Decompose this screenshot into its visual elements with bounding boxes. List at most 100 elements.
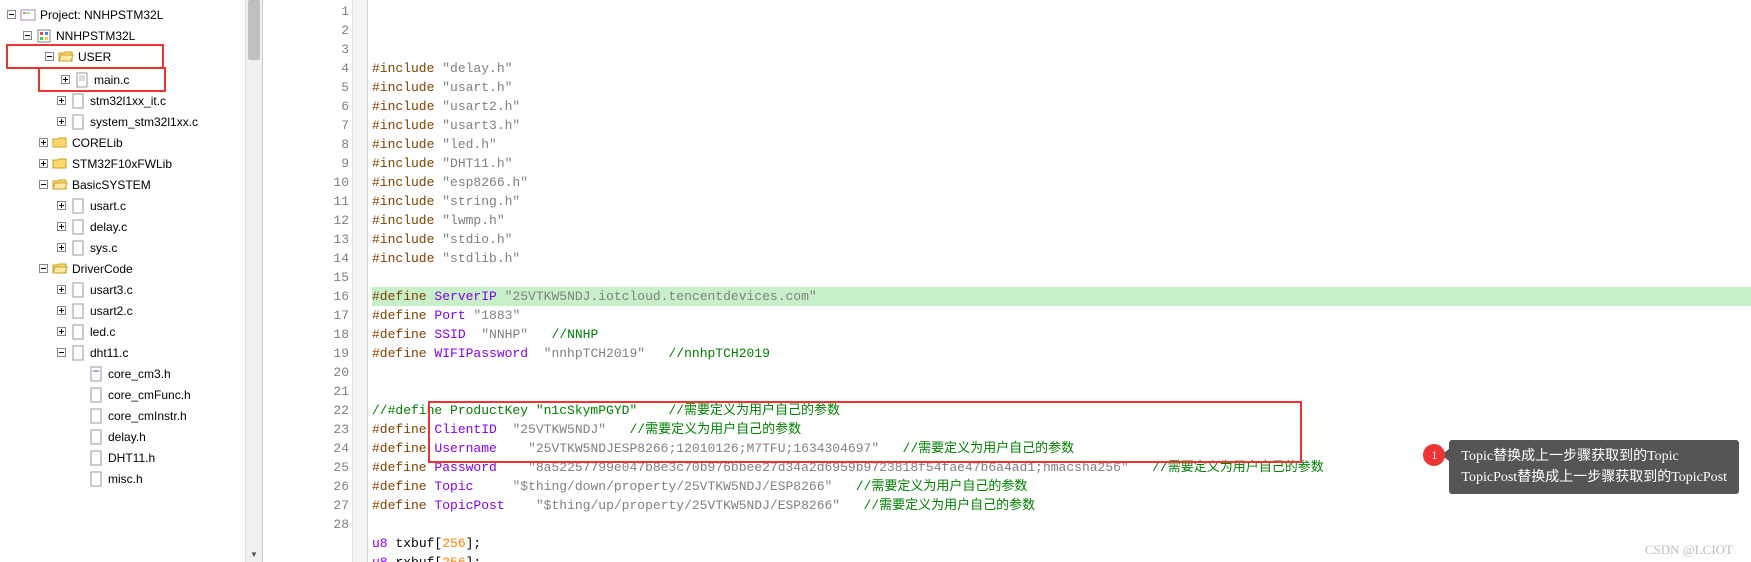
c-file-icon (70, 303, 86, 319)
project-label: Project: NNHPSTM32L (40, 8, 163, 22)
tree-folder-stm32fw[interactable]: STM32F10xFWLib (4, 153, 262, 174)
project-tree[interactable]: Project: NNHPSTM32L NNHPSTM32L USER (0, 0, 262, 493)
expand-icon[interactable] (54, 283, 68, 297)
expand-icon[interactable] (54, 241, 68, 255)
c-file-icon (70, 114, 86, 130)
code-line[interactable]: u8 txbuf[256]; (372, 534, 1751, 553)
tree-target[interactable]: NNHPSTM32L (4, 25, 262, 46)
h-file-icon (88, 408, 104, 424)
scroll-down-icon[interactable]: ▼ (246, 546, 262, 562)
tree-folder-drivercode[interactable]: DriverCode (4, 258, 262, 279)
file-label: DHT11.h (108, 451, 155, 465)
code-line[interactable]: #include "lwmp.h" (372, 211, 1751, 230)
code-line[interactable] (372, 363, 1751, 382)
tree-file[interactable]: misc.h (4, 468, 262, 489)
expand-icon[interactable] (4, 8, 18, 22)
expand-icon[interactable] (36, 262, 50, 276)
expand-icon[interactable] (36, 157, 50, 171)
tree-file-dht11[interactable]: dht11.c (4, 342, 262, 363)
file-label: core_cmInstr.h (108, 409, 187, 423)
expand-icon[interactable] (54, 94, 68, 108)
code-line[interactable]: #define TopicPost "$thing/up/property/25… (372, 496, 1751, 515)
code-line[interactable] (372, 382, 1751, 401)
target-label: NNHPSTM32L (56, 29, 135, 43)
tree-file[interactable]: system_stm32l1xx.c (4, 111, 262, 132)
code-line[interactable]: #include "led.h" (372, 135, 1751, 154)
code-line[interactable]: #include "stdlib.h" (372, 249, 1751, 268)
tree-root[interactable]: Project: NNHPSTM32L (4, 4, 262, 25)
expand-icon[interactable] (42, 50, 56, 64)
tree-folder-user[interactable]: USER (6, 44, 164, 69)
file-label: delay.c (90, 220, 127, 234)
code-line[interactable] (372, 515, 1751, 534)
c-file-icon (70, 324, 86, 340)
file-label: usart2.c (90, 304, 133, 318)
file-label: system_stm32l1xx.c (90, 115, 198, 129)
file-label: led.c (90, 325, 115, 339)
expand-icon[interactable] (20, 29, 34, 43)
tree-folder-basicsystem[interactable]: BasicSYSTEM (4, 174, 262, 195)
expand-icon[interactable] (58, 73, 72, 87)
c-file-icon (70, 93, 86, 109)
code-line[interactable]: //#define ProductKey "n1cSkymPGYD" //需要定… (372, 401, 1751, 420)
code-line[interactable]: #include "delay.h" (372, 59, 1751, 78)
code-line[interactable]: #define WIFIPassword "nnhpTCH2019" //nnh… (372, 344, 1751, 363)
tree-file[interactable]: stm32l1xx_it.c (4, 90, 262, 111)
code-line[interactable] (372, 268, 1751, 287)
tree-file[interactable]: core_cmInstr.h (4, 405, 262, 426)
tree-file[interactable]: DHT11.h (4, 447, 262, 468)
expand-icon[interactable] (36, 178, 50, 192)
h-file-icon (88, 429, 104, 445)
code-line[interactable]: u8 rxbuf[256]; (372, 553, 1751, 562)
folder-icon (52, 135, 68, 151)
file-label: usart.c (90, 199, 126, 213)
expand-icon[interactable] (54, 304, 68, 318)
code-line[interactable]: #include "esp8266.h" (372, 173, 1751, 192)
tree-file[interactable]: delay.c (4, 216, 262, 237)
code-line[interactable]: #define ServerIP "25VTKW5NDJ.iotcloud.te… (372, 287, 1751, 306)
file-label: core_cmFunc.h (108, 388, 191, 402)
file-label: core_cm3.h (108, 367, 171, 381)
callout-line: TopicPost替换成上一步骤获取到的TopicPost (1461, 467, 1727, 488)
code-line[interactable]: #include "usart.h" (372, 78, 1751, 97)
expand-icon[interactable] (36, 136, 50, 150)
callout-badge: 1 (1423, 444, 1445, 466)
code-line[interactable]: #include "DHT11.h" (372, 154, 1751, 173)
code-line[interactable]: #include "usart3.h" (372, 116, 1751, 135)
file-label: stm32l1xx_it.c (90, 94, 166, 108)
expand-icon[interactable] (54, 220, 68, 234)
tree-file[interactable]: core_cmFunc.h (4, 384, 262, 405)
c-file-icon (70, 345, 86, 361)
expand-icon[interactable] (54, 346, 68, 360)
tree-file[interactable]: core_cm3.h (4, 363, 262, 384)
tree-file[interactable]: usart2.c (4, 300, 262, 321)
tree-file[interactable]: usart.c (4, 195, 262, 216)
tree-scrollbar[interactable]: ▲ ▼ (245, 0, 262, 562)
code-line[interactable]: #define SSID "NNHP" //NNHP (372, 325, 1751, 344)
tree-folder-corelib[interactable]: CORELib (4, 132, 262, 153)
code-line[interactable]: #include "stdio.h" (372, 230, 1751, 249)
expand-icon[interactable] (54, 115, 68, 129)
code-line[interactable]: #include "usart2.h" (372, 97, 1751, 116)
tree-file[interactable]: led.c (4, 321, 262, 342)
expand-icon[interactable] (54, 325, 68, 339)
code-line[interactable]: #define ClientID "25VTKW5NDJ" //需要定义为用户自… (372, 420, 1751, 439)
folder-icon (52, 156, 68, 172)
callout-line: Topic替换成上一步骤获取到的Topic (1461, 446, 1727, 467)
code-line[interactable]: #define Port "1883" (372, 306, 1751, 325)
tree-file-main-c[interactable]: main.c (38, 67, 166, 92)
h-file-icon (88, 450, 104, 466)
tree-file[interactable]: usart3.c (4, 279, 262, 300)
line-number-gutter: 1234567891011121314151617181920212223242… (263, 0, 368, 562)
folder-open-icon (52, 261, 68, 277)
tree-file[interactable]: sys.c (4, 237, 262, 258)
expand-icon[interactable] (54, 199, 68, 213)
folder-label: DriverCode (72, 262, 133, 276)
scroll-thumb[interactable] (248, 0, 260, 60)
tree-file[interactable]: delay.h (4, 426, 262, 447)
project-tree-panel[interactable]: Project: NNHPSTM32L NNHPSTM32L USER (0, 0, 263, 562)
annotation-callout: 1 Topic替换成上一步骤获取到的Topic TopicPost替换成上一步骤… (1423, 440, 1739, 494)
code-editor[interactable]: 1234567891011121314151617181920212223242… (263, 0, 1751, 562)
code-line[interactable]: #include "string.h" (372, 192, 1751, 211)
folder-label: USER (78, 50, 111, 64)
